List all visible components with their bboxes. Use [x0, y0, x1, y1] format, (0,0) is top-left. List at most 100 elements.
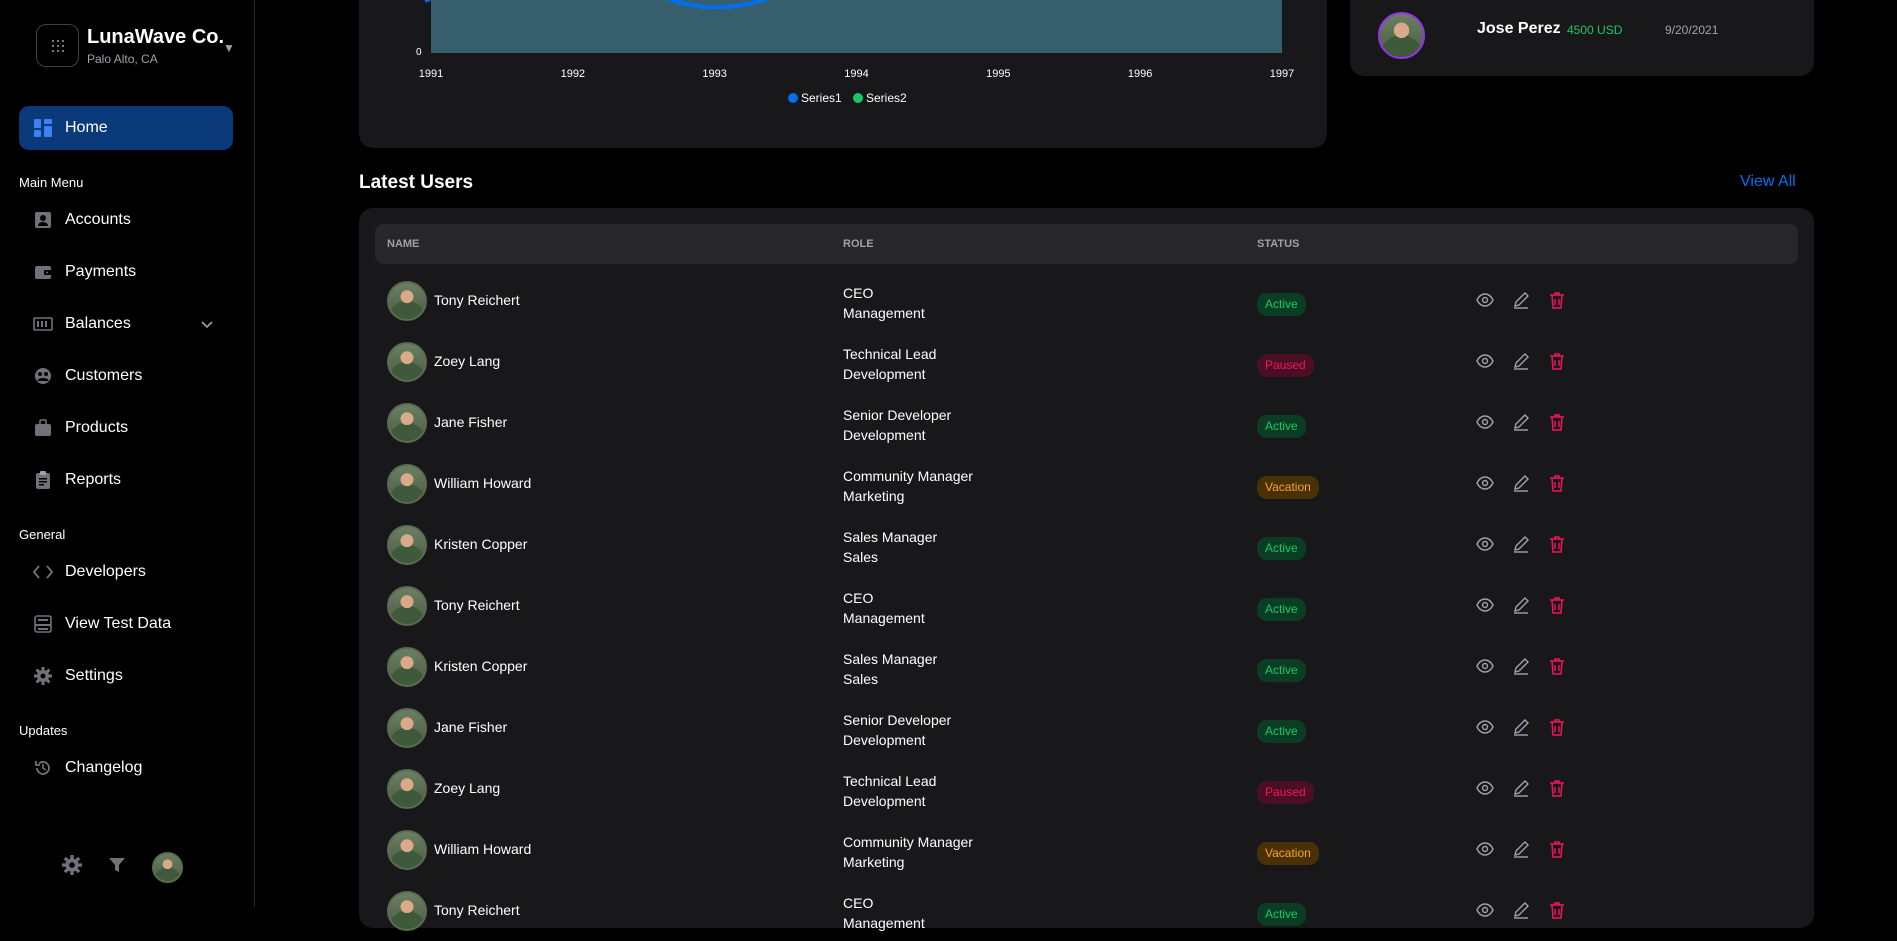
- table-row[interactable]: Tony Reichert CEO Management Active: [375, 880, 1798, 941]
- eye-icon[interactable]: [1475, 351, 1494, 370]
- user-role: CEO: [843, 285, 874, 301]
- user-role-cell: Community Manager Marketing: [843, 832, 973, 872]
- sidebar-item-label: Customers: [65, 367, 143, 384]
- table-row[interactable]: Kristen Copper Sales Manager Sales Active: [375, 514, 1798, 575]
- edit-icon[interactable]: [1511, 717, 1530, 736]
- legend-series1-swatch: [788, 93, 798, 103]
- user-role-cell: Technical Lead Development: [843, 344, 936, 384]
- sidebar-item-settings[interactable]: Settings: [19, 654, 233, 698]
- transaction-avatar: [1378, 12, 1425, 59]
- edit-icon[interactable]: [1511, 656, 1530, 675]
- eye-icon[interactable]: [1475, 778, 1494, 797]
- edit-icon[interactable]: [1511, 473, 1530, 492]
- history-icon: [33, 758, 53, 778]
- sidebar-item-label: Reports: [65, 471, 122, 488]
- table-row[interactable]: William Howard Community Manager Marketing…: [375, 453, 1798, 514]
- gear-icon[interactable]: [62, 855, 82, 880]
- delete-icon[interactable]: [1547, 656, 1566, 675]
- eye-icon[interactable]: [1475, 534, 1494, 553]
- sidebar-item-home[interactable]: Home: [19, 106, 233, 150]
- edit-icon[interactable]: [1511, 778, 1530, 797]
- edit-icon[interactable]: [1511, 900, 1530, 919]
- edit-icon[interactable]: [1511, 351, 1530, 370]
- table-row[interactable]: Jane Fisher Senior Developer Development Ac…: [375, 392, 1798, 453]
- edit-icon[interactable]: [1511, 290, 1530, 309]
- delete-icon[interactable]: [1547, 839, 1566, 858]
- user-name: Kristen Copper: [434, 536, 528, 552]
- x-tick-label: 1994: [844, 68, 868, 80]
- table-row[interactable]: Tony Reichert CEO Management Active: [375, 575, 1798, 636]
- edit-icon[interactable]: [1511, 595, 1530, 614]
- sidebar-item-balances[interactable]: Balances: [19, 302, 233, 346]
- column-header-status[interactable]: STATUS: [1257, 238, 1299, 250]
- status-badge: Active: [1257, 537, 1306, 560]
- delete-icon[interactable]: [1547, 595, 1566, 614]
- eye-icon[interactable]: [1475, 412, 1494, 431]
- row-actions: [1475, 778, 1566, 797]
- eye-icon[interactable]: [1475, 595, 1494, 614]
- table-row[interactable]: Jane Fisher Senior Developer Development Ac…: [375, 697, 1798, 758]
- chevron-down-icon[interactable]: [201, 316, 213, 334]
- user-role-cell: Technical Lead Development: [843, 771, 936, 811]
- chart-card: 0 1991 1992 1993 1994 1995 1996 1997 Series1 S…: [359, 0, 1327, 148]
- sidebar-item-products[interactable]: Products: [19, 406, 233, 450]
- delete-icon[interactable]: [1547, 900, 1566, 919]
- delete-icon[interactable]: [1547, 290, 1566, 309]
- row-actions: [1475, 656, 1566, 675]
- sidebar-item-developers[interactable]: Developers: [19, 550, 233, 594]
- clipboard-icon: [33, 470, 53, 490]
- delete-icon[interactable]: [1547, 412, 1566, 431]
- view-all-link[interactable]: View All: [1740, 173, 1796, 191]
- status-badge: Active: [1257, 293, 1306, 316]
- eye-icon[interactable]: [1475, 290, 1494, 309]
- delete-icon[interactable]: [1547, 717, 1566, 736]
- table-row[interactable]: Zoey Lang Technical Lead Development Paused: [375, 758, 1798, 819]
- edit-icon[interactable]: [1511, 839, 1530, 858]
- sidebar-item-accounts[interactable]: Accounts: [19, 198, 233, 242]
- eye-icon[interactable]: [1475, 656, 1494, 675]
- area-chart: 0 1991 1992 1993 1994 1995 1996 1997 Series1 S…: [416, 0, 1294, 105]
- eye-icon[interactable]: [1475, 473, 1494, 492]
- user-avatar[interactable]: [152, 852, 183, 883]
- sidebar-item-label: Changelog: [65, 759, 143, 776]
- sidebar-item-label: View Test Data: [65, 615, 172, 632]
- status-badge: Vacation: [1257, 476, 1319, 499]
- edit-icon[interactable]: [1511, 534, 1530, 553]
- column-header-role[interactable]: ROLE: [843, 238, 874, 250]
- status-badge: Vacation: [1257, 842, 1319, 865]
- sidebar-item-label: Settings: [65, 667, 123, 684]
- sidebar-item-view-test-data[interactable]: View Test Data: [19, 602, 233, 646]
- user-team: Sales: [843, 671, 879, 687]
- sidebar-item-reports[interactable]: Reports: [19, 458, 233, 502]
- user-team: Development: [843, 427, 926, 443]
- user-role-cell: CEO Management: [843, 283, 925, 323]
- sidebar-item-changelog[interactable]: Changelog: [19, 746, 233, 790]
- table-row[interactable]: Kristen Copper Sales Manager Sales Active: [375, 636, 1798, 697]
- legend-series2-label: Series2: [866, 91, 907, 105]
- delete-icon[interactable]: [1547, 473, 1566, 492]
- customers-icon: [33, 366, 53, 386]
- table-row[interactable]: Tony Reichert CEO Management Active: [375, 270, 1798, 331]
- table-row[interactable]: Zoey Lang Technical Lead Development Paused: [375, 331, 1798, 392]
- table-row[interactable]: William Howard Community Manager Marketing…: [375, 819, 1798, 880]
- row-actions: [1475, 351, 1566, 370]
- eye-icon[interactable]: [1475, 839, 1494, 858]
- filter-icon[interactable]: [108, 856, 126, 879]
- sidebar-item-label: Payments: [65, 263, 137, 280]
- company-switcher[interactable]: LunaWave Co. Palo Alto, CA ▼: [36, 24, 235, 67]
- eye-icon[interactable]: [1475, 717, 1494, 736]
- edit-icon[interactable]: [1511, 412, 1530, 431]
- chart-legend: Series1 Series2: [788, 91, 907, 105]
- delete-icon[interactable]: [1547, 351, 1566, 370]
- delete-icon[interactable]: [1547, 534, 1566, 553]
- column-header-name[interactable]: NAME: [387, 238, 419, 250]
- eye-icon[interactable]: [1475, 900, 1494, 919]
- table-header: NAME ROLE STATUS: [375, 224, 1798, 264]
- users-table: NAME ROLE STATUS Tony Reichert CEO Managem…: [359, 208, 1814, 931]
- sidebar-item-customers[interactable]: Customers: [19, 354, 233, 398]
- user-team: Development: [843, 366, 926, 382]
- code-icon: [33, 562, 53, 582]
- sidebar-item-payments[interactable]: Payments: [19, 250, 233, 294]
- user-team: Development: [843, 793, 926, 809]
- delete-icon[interactable]: [1547, 778, 1566, 797]
